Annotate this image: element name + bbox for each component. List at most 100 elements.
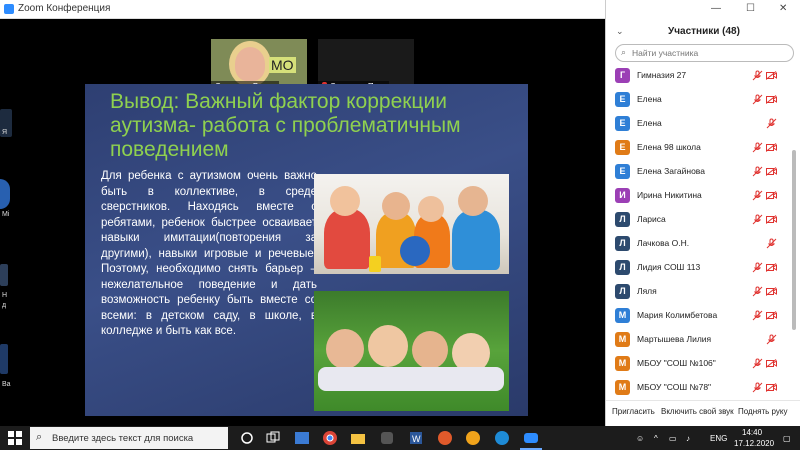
- desktop-shortcut-icon[interactable]: [0, 179, 10, 209]
- volume-icon[interactable]: ♪: [686, 434, 690, 443]
- participant-avatar: Г: [615, 68, 630, 83]
- participant-row[interactable]: М Мария Колимбетова: [606, 304, 791, 328]
- participant-name: Елена: [637, 94, 662, 104]
- desktop-label: Н: [2, 292, 8, 299]
- desktop-label: Ва: [2, 381, 11, 388]
- svg-text:W: W: [412, 434, 421, 444]
- app-icon[interactable]: [378, 429, 396, 447]
- participant-search[interactable]: ⌕: [615, 44, 794, 62]
- taskbar-search-box[interactable]: ⌕ Введите здесь текст для поиска: [30, 427, 228, 449]
- mic-muted-icon: [752, 190, 763, 201]
- task-view-icon[interactable]: [264, 429, 282, 447]
- child-face: [368, 325, 408, 367]
- desktop-shortcut-icon[interactable]: [0, 264, 8, 286]
- participant-row[interactable]: И Ирина Никитина: [606, 184, 791, 208]
- participant-row[interactable]: Е Елена Загайнова: [606, 160, 791, 184]
- participant-avatar: Е: [615, 164, 630, 179]
- participant-name: Мария Колимбетова: [637, 310, 718, 320]
- invite-button[interactable]: Пригласить: [612, 407, 655, 416]
- participant-search-input[interactable]: [632, 45, 787, 60]
- word-icon[interactable]: W: [407, 429, 425, 447]
- desktop-shortcut-icon[interactable]: [0, 344, 8, 374]
- video-off-icon: [766, 383, 777, 392]
- participant-list-scrollbar[interactable]: [792, 150, 796, 330]
- zoom-icon[interactable]: [522, 429, 540, 447]
- children-globe-photo: [314, 174, 509, 274]
- slide-title: Вывод: Важный фактор коррекции аутизма- …: [110, 90, 461, 161]
- video-off-icon: [766, 287, 777, 296]
- panel-window-controls: — ☐ ✕: [606, 0, 800, 18]
- video-off-icon: [766, 263, 777, 272]
- mic-muted-icon: [752, 286, 763, 297]
- participant-name: Елена 98 школа: [637, 142, 701, 152]
- background-sign: МО: [269, 57, 296, 73]
- participant-avatar: М: [615, 356, 630, 371]
- people-icon[interactable]: ☺: [636, 434, 644, 443]
- slide-body: Для ребенка с аутизмом очень важно быть …: [101, 170, 317, 337]
- participant-name: Мартышева Лилия: [637, 334, 712, 344]
- participant-avatar: М: [615, 380, 630, 395]
- children-grass-photo: [314, 291, 509, 411]
- video-off-icon: [766, 191, 777, 200]
- notifications-icon[interactable]: ▢: [783, 434, 791, 443]
- mic-muted-icon: [752, 262, 763, 273]
- mic-muted-icon: [752, 214, 763, 225]
- pencil-cup: [369, 256, 381, 272]
- participants-title: Участники (48): [668, 26, 740, 37]
- participant-avatar: М: [615, 332, 630, 347]
- children-shirts: [318, 367, 504, 391]
- close-icon[interactable]: ✕: [779, 3, 787, 14]
- mic-muted-icon: [752, 382, 763, 393]
- participant-row[interactable]: Л Лачкова О.Н.: [606, 232, 791, 256]
- chrome-icon[interactable]: [321, 429, 339, 447]
- windows-start-icon[interactable]: [8, 431, 22, 445]
- unmute-self-button[interactable]: Включить свой звук: [661, 407, 734, 416]
- app-icon[interactable]: [293, 429, 311, 447]
- explorer-icon[interactable]: [349, 429, 367, 447]
- participant-name: МБОУ "СОШ №78": [637, 382, 712, 392]
- windows-taskbar: ⌕ Введите здесь текст для поиска W ☺ ^ ▭…: [0, 426, 800, 450]
- participant-avatar: Е: [615, 140, 630, 155]
- participant-row[interactable]: Е Елена: [606, 112, 791, 136]
- mic-muted-icon: [752, 142, 763, 153]
- participant-row[interactable]: Е Елена 98 школа: [606, 136, 791, 160]
- mic-muted-icon: [766, 118, 777, 129]
- participant-row[interactable]: Л Ляля: [606, 280, 791, 304]
- participant-row[interactable]: М МБОУ "СОШ №106": [606, 352, 791, 376]
- child: [452, 210, 500, 270]
- meeting-stage: Я Mi Н д Ва МО Светлана Разно Светлана П…: [0, 19, 605, 426]
- participant-row[interactable]: Л Лариса: [606, 208, 791, 232]
- chevron-down-icon[interactable]: ⌄: [616, 26, 624, 37]
- video-off-icon: [766, 215, 777, 224]
- participant-row[interactable]: М МБОУ "СОШ №78": [606, 376, 791, 400]
- participant-row[interactable]: Л Лидия СОШ 113: [606, 256, 791, 280]
- app-icon[interactable]: [436, 429, 454, 447]
- desktop-label: Я: [2, 129, 8, 136]
- participant-row[interactable]: Г Гимназия 27: [606, 64, 791, 88]
- network-icon[interactable]: ▭: [669, 434, 677, 443]
- participant-avatar: Е: [615, 116, 630, 131]
- participant-name: Лариса: [637, 214, 666, 224]
- clock-date[interactable]: 17.12.2020: [734, 439, 774, 448]
- minimize-icon[interactable]: —: [711, 3, 721, 14]
- participant-row[interactable]: Е Елена: [606, 88, 791, 112]
- maximize-icon[interactable]: ☐: [746, 3, 755, 14]
- mic-muted-icon: [752, 166, 763, 177]
- participant-name: Ляля: [637, 286, 657, 296]
- mic-muted-icon: [766, 334, 777, 345]
- raise-hand-button[interactable]: Поднять руку: [738, 407, 787, 416]
- participant-row[interactable]: М Мартышева Лилия: [606, 328, 791, 352]
- participant-avatar: Л: [615, 236, 630, 251]
- participant-avatar: М: [615, 308, 630, 323]
- cortana-icon[interactable]: [238, 429, 256, 447]
- language-indicator[interactable]: ENG: [710, 434, 727, 443]
- participant-name: Елена Загайнова: [637, 166, 705, 176]
- child-face: [382, 192, 410, 220]
- tray-chevron-icon[interactable]: ^: [654, 434, 658, 443]
- zoom-titlebar: Zoom Конференция: [0, 0, 605, 19]
- search-icon: ⌕: [36, 431, 43, 443]
- window-title: Zoom Конференция: [18, 3, 111, 14]
- clock-time[interactable]: 14:40: [742, 428, 762, 437]
- edge-icon[interactable]: [493, 429, 511, 447]
- app-icon[interactable]: [464, 429, 482, 447]
